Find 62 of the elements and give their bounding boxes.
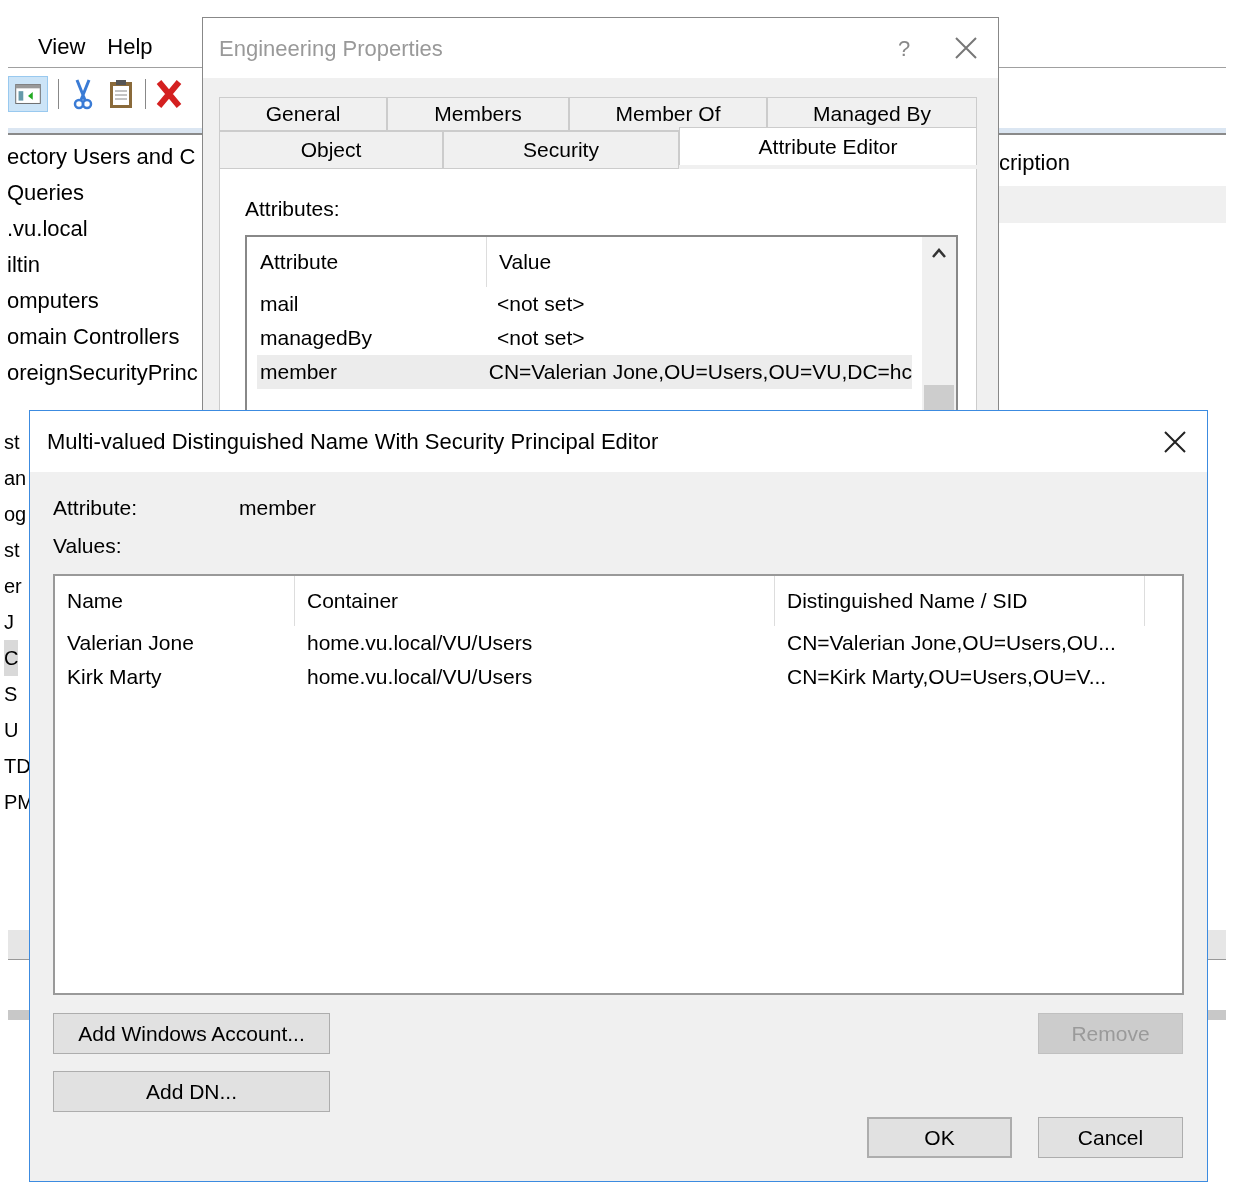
menu-item[interactable]: Help (97, 28, 163, 65)
column-header[interactable]: Name (55, 576, 295, 626)
table-cell-text: Kirk Marty (66, 664, 163, 691)
tree-item[interactable]: an (4, 460, 27, 496)
table-cell-text: <not set> (497, 324, 585, 351)
tab[interactable]: Attribute Editor (679, 127, 977, 165)
dialog-title: Engineering Properties (219, 34, 444, 63)
tree-item[interactable]: ectory Users and C (6, 138, 197, 174)
table-cell-text: CN=Valerian Jone,OU=Users,OU=VU,DC=hc (488, 358, 912, 385)
column-header[interactable]: Container (295, 576, 775, 626)
table-cell-text: Valerian Jone (66, 630, 195, 657)
table-cell-text: CN=Valerian Jone,OU=Users,OU... (786, 630, 1117, 657)
column-header[interactable]: Value (487, 245, 552, 278)
list-row[interactable]: member CN=Valerian Jone,OU=Users,OU=VU,DC=hc (257, 354, 912, 389)
table-cell-text: home.vu.local/VU/Users (306, 664, 534, 691)
tab[interactable]: Member Of (569, 97, 767, 131)
tree-item[interactable]: U (4, 712, 19, 748)
tree-item[interactable]: oreignSecurityPrinc (6, 354, 199, 390)
table-cell-text: CN=Kirk Marty,OU=Users,OU=V... (786, 664, 1108, 691)
tree-item[interactable]: og (4, 496, 27, 532)
tab[interactable]: Security (443, 131, 679, 169)
section-label: Attributes: (245, 196, 341, 222)
list-row[interactable]: mail <not set> (257, 286, 912, 321)
tab[interactable]: Members (387, 97, 569, 131)
table-cell-text: mail (259, 290, 300, 317)
dialog-title: Multi-valued Distinguished Name With Security Principal Editor (47, 428, 660, 456)
help-button[interactable]: ? (884, 31, 924, 65)
tree-item[interactable]: S (4, 676, 18, 712)
tree-item[interactable]: J (4, 604, 14, 640)
tab[interactable]: General (219, 97, 387, 131)
tree-item[interactable]: omain Controllers (6, 318, 181, 354)
menu-item[interactable]: View (28, 28, 96, 65)
delete-icon[interactable] (156, 79, 182, 109)
field-label: Attribute: (53, 495, 139, 522)
tree-item[interactable]: .vu.local (6, 210, 89, 246)
close-icon[interactable] (1163, 429, 1187, 454)
column-header[interactable]: Attribute (247, 236, 487, 287)
tree-item[interactable]: C (4, 640, 19, 676)
tree-item[interactable]: Queries (6, 174, 86, 210)
field-value: member (239, 495, 317, 522)
tree-item[interactable]: st (4, 532, 20, 568)
tree-item[interactable]: omputers (6, 282, 100, 318)
dialog-button[interactable]: Add Windows Account... (53, 1013, 330, 1054)
table-cell-text: managedBy (259, 324, 374, 351)
clipboard-icon[interactable] (107, 78, 135, 110)
tree-item[interactable]: er (4, 568, 22, 604)
dialog-button[interactable]: OK (867, 1117, 1012, 1158)
tree-item[interactable]: TD (4, 748, 31, 784)
column-header[interactable]: Distinguished Name / SID (775, 576, 1145, 626)
table-cell-text: <not set> (497, 290, 585, 317)
list-row[interactable]: managedBy <not set> (257, 320, 912, 355)
column-header[interactable]: cription (999, 146, 1070, 179)
dialog-button[interactable]: Cancel (1038, 1117, 1183, 1158)
console-tree-icon[interactable] (8, 76, 48, 112)
field-label: Values: (53, 533, 122, 560)
tree-item[interactable]: iltin (6, 246, 41, 282)
scroll-up-icon[interactable] (931, 246, 947, 259)
table-cell-text: member (259, 358, 339, 385)
tab[interactable]: Object (219, 131, 443, 169)
tree-item[interactable]: st (4, 424, 20, 460)
dialog-button[interactable]: Add DN... (53, 1071, 330, 1112)
table-cell-text: home.vu.local/VU/Users (306, 630, 534, 657)
